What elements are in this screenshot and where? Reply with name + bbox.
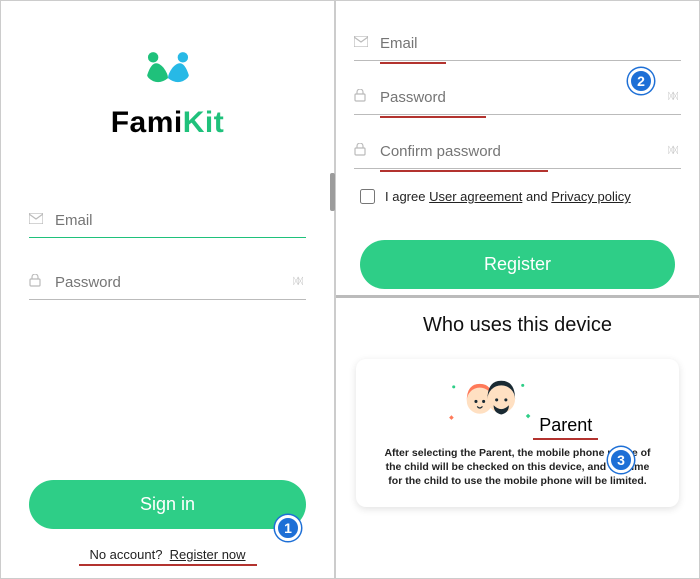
lock-icon xyxy=(354,143,366,159)
brand-logo: FamiKit xyxy=(29,41,306,140)
reg-confirm-input[interactable] xyxy=(354,135,681,169)
signin-screen: FamiKit ᛞᛞ Sign in No account? Register … xyxy=(1,1,336,578)
scrollbar-thumb[interactable] xyxy=(330,173,335,211)
reg-confirm-field-wrap: ᛞᛞ xyxy=(354,135,681,169)
callout-3: 3 xyxy=(608,447,634,473)
email-input[interactable] xyxy=(29,204,306,238)
lock-icon xyxy=(354,89,366,105)
envelope-icon xyxy=(354,35,368,50)
callout-2: 2 xyxy=(628,68,654,94)
role-text: Parent xyxy=(539,415,592,435)
callout-1: 1 xyxy=(275,515,301,541)
agree-text: I agree User agreement and Privacy polic… xyxy=(385,189,631,204)
user-agreement-link[interactable]: User agreement xyxy=(429,189,522,204)
parent-card[interactable]: Parent After selecting the Parent, the m… xyxy=(356,359,679,507)
lock-icon xyxy=(29,274,41,290)
famikit-logo-icon xyxy=(130,41,206,93)
register-button[interactable]: Register xyxy=(360,240,675,289)
password-toggle-icon[interactable]: ᛞᛞ xyxy=(668,91,677,101)
annotation-underline xyxy=(380,116,486,118)
signin-button[interactable]: Sign in xyxy=(29,480,306,529)
brand-kit: Kit xyxy=(183,106,225,139)
annotation-underline xyxy=(380,62,446,64)
privacy-policy-link[interactable]: Privacy policy xyxy=(551,189,630,204)
agree-row: I agree User agreement and Privacy polic… xyxy=(360,189,681,204)
agree-checkbox[interactable] xyxy=(360,189,375,204)
role-label: Parent xyxy=(539,415,592,436)
brand-wordmark: FamiKit xyxy=(29,106,306,140)
agree-and: and xyxy=(526,189,548,204)
register-now-link[interactable]: Register now xyxy=(170,547,246,562)
who-title: Who uses this device xyxy=(350,314,685,337)
annotation-underline xyxy=(79,564,257,566)
password-toggle-icon[interactable]: ᛞᛞ xyxy=(293,276,302,286)
reg-email-field-wrap xyxy=(354,27,681,61)
brand-fami: Fami xyxy=(111,106,183,139)
agree-pre: I agree xyxy=(385,189,425,204)
password-field-wrap: ᛞᛞ xyxy=(29,266,306,300)
register-prompt: No account? Register now xyxy=(29,547,306,562)
password-toggle-icon[interactable]: ᛞᛞ xyxy=(668,145,677,155)
parents-illustration-icon xyxy=(443,375,535,431)
annotation-underline xyxy=(533,438,598,440)
device-owner-screen: Who uses this device Pa xyxy=(336,298,699,578)
envelope-icon xyxy=(29,212,43,227)
reg-email-input[interactable] xyxy=(354,27,681,61)
register-screen: ᛞᛞ ᛞᛞ I agree User agreement and Privacy… xyxy=(336,1,699,298)
no-account-label: No account? xyxy=(89,547,162,562)
annotation-underline xyxy=(380,170,548,172)
password-input[interactable] xyxy=(29,266,306,300)
email-field-wrap xyxy=(29,204,306,238)
